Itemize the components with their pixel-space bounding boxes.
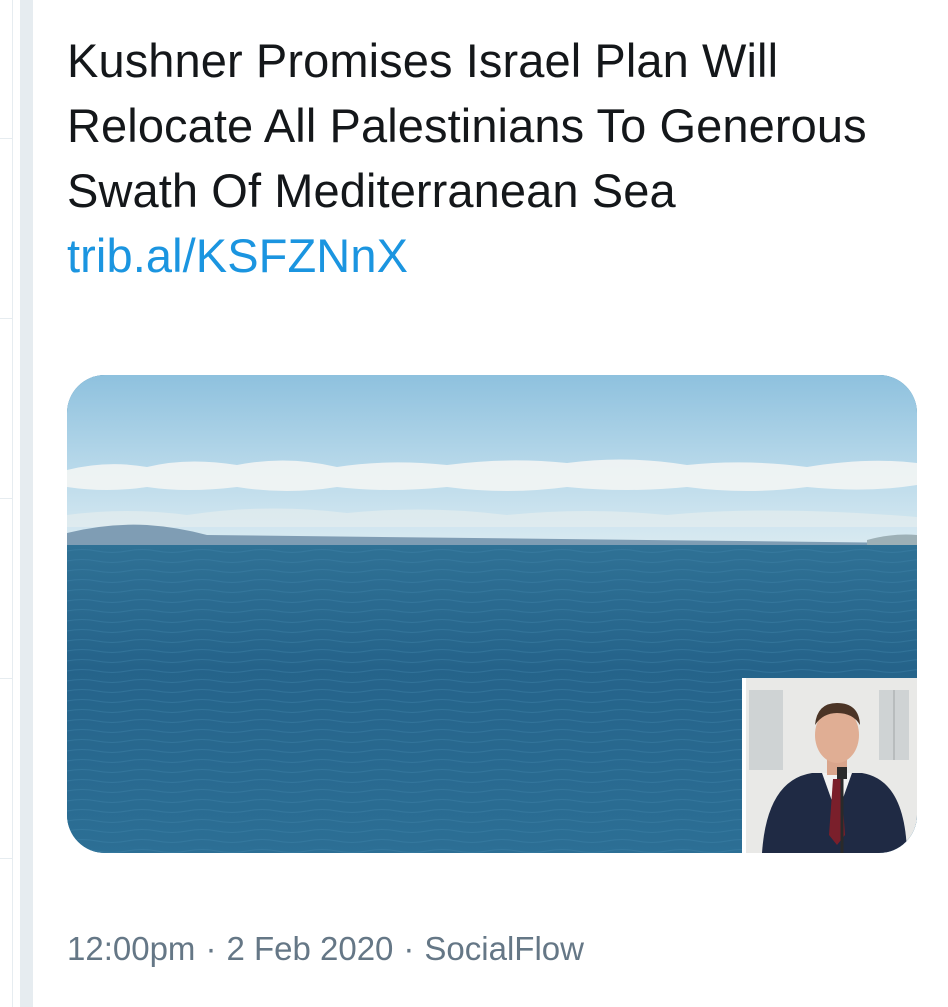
- divider: [0, 858, 12, 859]
- divider: [0, 678, 12, 679]
- tweet-link[interactable]: trib.al/KSFZNnX: [67, 229, 408, 282]
- separator: ·: [205, 930, 217, 967]
- link-card-image[interactable]: [67, 375, 917, 853]
- tweet-body: Kushner Promises Israel Plan Will Reloca…: [67, 28, 917, 288]
- tweet-time[interactable]: 12:00pm: [67, 930, 195, 967]
- tweet-detail-page: Kushner Promises Israel Plan Will Reloca…: [0, 0, 948, 1007]
- divider: [0, 138, 12, 139]
- divider: [0, 318, 12, 319]
- left-timeline-gutter: [0, 0, 13, 1007]
- thread-rail: [20, 0, 33, 1007]
- speaker-photo-icon: [742, 678, 917, 853]
- tweet-date[interactable]: 2 Feb 2020: [226, 930, 393, 967]
- divider: [0, 498, 12, 499]
- sea-photo-icon: [67, 375, 917, 853]
- separator: ·: [403, 930, 415, 967]
- tweet-meta: 12:00pm · 2 Feb 2020 · SocialFlow: [67, 930, 584, 968]
- tweet-text: Kushner Promises Israel Plan Will Reloca…: [67, 28, 917, 288]
- tweet-source[interactable]: SocialFlow: [424, 930, 584, 967]
- tweet-headline: Kushner Promises Israel Plan Will Reloca…: [67, 34, 867, 217]
